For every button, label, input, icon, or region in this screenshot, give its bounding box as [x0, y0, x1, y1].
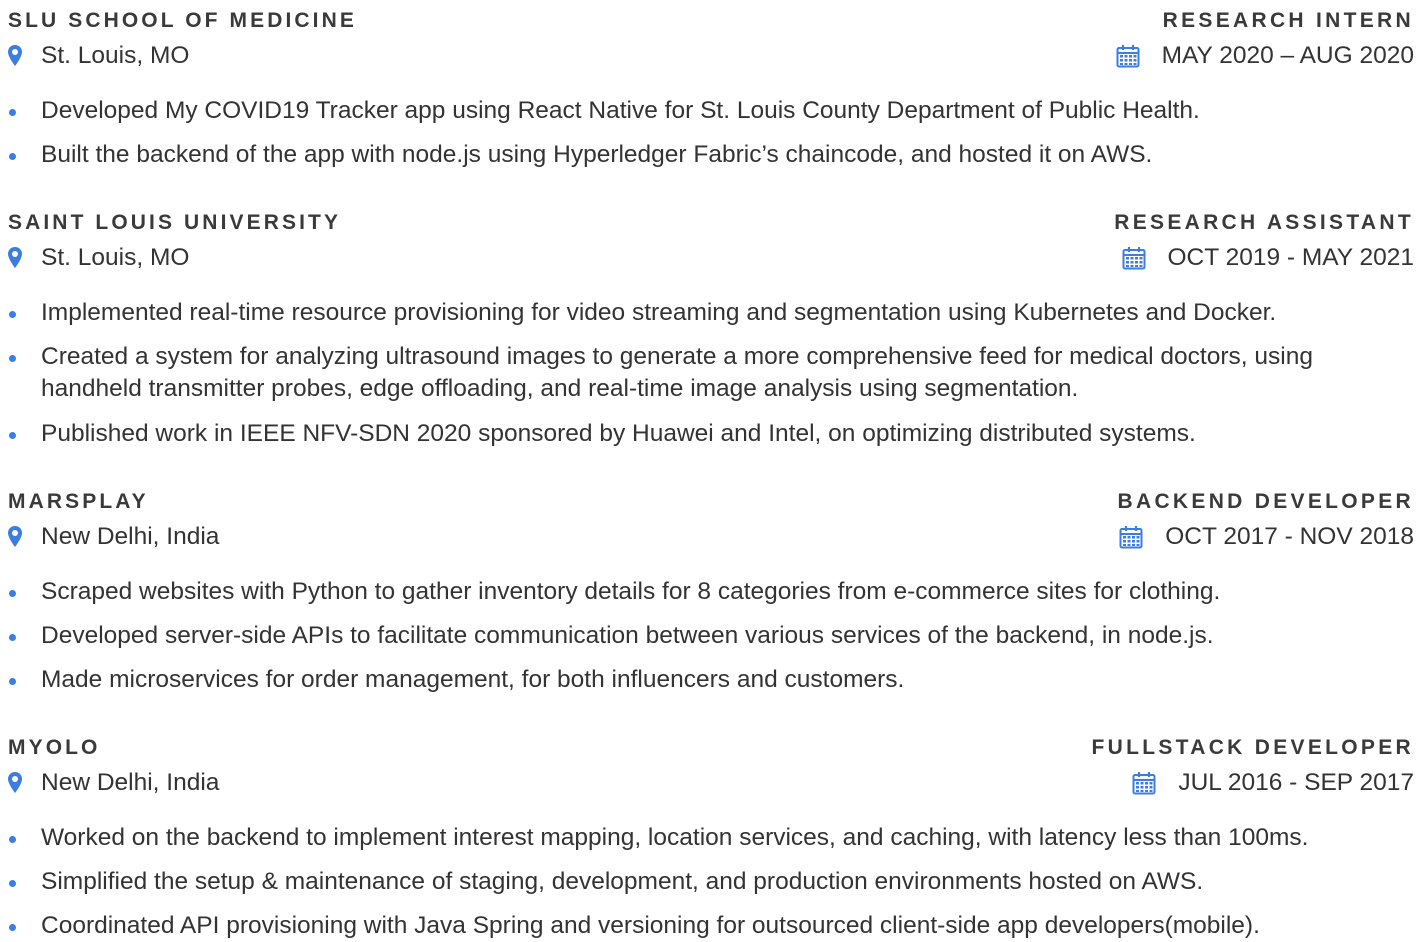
bullet-text: Coordinated API provisioning with Java S…: [41, 912, 1260, 939]
bullet-item: Created a system for analyzing ultrasoun…: [8, 341, 1414, 405]
bullet-item: Made microservices for order management,…: [8, 664, 1414, 696]
job-title: FULLSTACK DEVELOPER: [1091, 736, 1414, 759]
company-name: SAINT LOUIS UNIVERSITY: [8, 211, 342, 234]
job-title: RESEARCH INTERN: [1162, 9, 1414, 32]
company-name: MARSPLAY: [8, 490, 149, 513]
location: New Delhi, India: [8, 769, 219, 797]
experience-section: SLU SCHOOL OF MEDICINE RESEARCH INTERN S…: [8, 0, 1414, 939]
job-title: RESEARCH ASSISTANT: [1114, 211, 1414, 234]
bullet-dot: [9, 880, 16, 887]
bullet-list: Implemented real-time resource provision…: [8, 297, 1414, 450]
date-range: OCT 2019 - MAY 2021: [1122, 244, 1415, 272]
location-text: New Delhi, India: [41, 769, 220, 796]
location: St. Louis, MO: [8, 42, 189, 70]
calendar-icon: [1119, 526, 1143, 549]
job-entry: MARSPLAY BACKEND DEVELOPER New Delhi, In…: [8, 487, 1414, 696]
location: St. Louis, MO: [8, 244, 189, 272]
bullet-dot: [9, 432, 16, 439]
bullet-dot: [9, 355, 16, 362]
date-range: JUL 2016 - SEP 2017: [1132, 769, 1414, 797]
bullet-dot: [9, 109, 16, 116]
bullet-item: Developed server-side APIs to facilitate…: [8, 620, 1414, 652]
map-pin-icon: [8, 772, 22, 793]
date-text: JUL 2016 - SEP 2017: [1178, 769, 1414, 796]
bullet-text: Scraped websites with Python to gather i…: [41, 578, 1221, 605]
bullet-item: Worked on the backend to implement inter…: [8, 822, 1414, 854]
date-text: OCT 2017 - NOV 2018: [1165, 523, 1414, 550]
location: New Delhi, India: [8, 523, 219, 551]
job-entry: SAINT LOUIS UNIVERSITY RESEARCH ASSISTAN…: [8, 208, 1414, 450]
bullet-text: Worked on the backend to implement inter…: [41, 824, 1309, 851]
bullet-item: Scraped websites with Python to gather i…: [8, 576, 1414, 608]
location-text: St. Louis, MO: [41, 244, 190, 271]
bullet-item: Simplified the setup & maintenance of st…: [8, 866, 1414, 898]
map-pin-icon: [8, 247, 22, 268]
bullet-item: Published work in IEEE NFV-SDN 2020 spon…: [8, 418, 1414, 450]
bullet-dot: [9, 924, 16, 931]
job-entry: MYOLO FULLSTACK DEVELOPER New Delhi, Ind…: [8, 733, 1414, 942]
bullet-text: Created a system for analyzing ultrasoun…: [41, 343, 1313, 402]
bullet-list: Scraped websites with Python to gather i…: [8, 576, 1414, 696]
bullet-text: Implemented real-time resource provision…: [41, 299, 1277, 326]
bullet-text: Built the backend of the app with node.j…: [41, 141, 1153, 168]
calendar-icon: [1132, 772, 1156, 795]
location-text: St. Louis, MO: [41, 42, 190, 69]
job-title: BACKEND DEVELOPER: [1117, 490, 1414, 513]
date-range: OCT 2017 - NOV 2018: [1119, 523, 1414, 551]
bullet-item: Coordinated API provisioning with Java S…: [8, 910, 1414, 942]
bullet-item: Developed My COVID19 Tracker app using R…: [8, 95, 1414, 127]
bullet-text: Developed My COVID19 Tracker app using R…: [41, 97, 1200, 124]
bullet-item: Implemented real-time resource provision…: [8, 297, 1414, 329]
company-name: MYOLO: [8, 736, 101, 759]
date-text: MAY 2020 – AUG 2020: [1161, 42, 1414, 69]
date-range: MAY 2020 – AUG 2020: [1116, 42, 1414, 70]
date-text: OCT 2019 - MAY 2021: [1167, 244, 1415, 271]
calendar-icon: [1116, 45, 1140, 68]
bullet-text: Published work in IEEE NFV-SDN 2020 spon…: [41, 420, 1196, 447]
bullet-list: Worked on the backend to implement inter…: [8, 822, 1414, 942]
bullet-dot: [9, 311, 16, 318]
job-entry: SLU SCHOOL OF MEDICINE RESEARCH INTERN S…: [8, 6, 1414, 171]
bullet-dot: [9, 678, 16, 685]
company-name: SLU SCHOOL OF MEDICINE: [8, 9, 357, 32]
map-pin-icon: [8, 526, 22, 547]
bullet-item: Built the backend of the app with node.j…: [8, 139, 1414, 171]
bullet-text: Developed server-side APIs to facilitate…: [41, 622, 1214, 649]
bullet-list: Developed My COVID19 Tracker app using R…: [8, 95, 1414, 171]
bullet-dot: [9, 153, 16, 160]
bullet-dot: [9, 634, 16, 641]
bullet-text: Simplified the setup & maintenance of st…: [41, 868, 1204, 895]
bullet-text: Made microservices for order management,…: [41, 666, 905, 693]
bullet-dot: [9, 836, 16, 843]
location-text: New Delhi, India: [41, 523, 220, 550]
bullet-dot: [9, 590, 16, 597]
map-pin-icon: [8, 45, 22, 66]
calendar-icon: [1122, 247, 1145, 270]
